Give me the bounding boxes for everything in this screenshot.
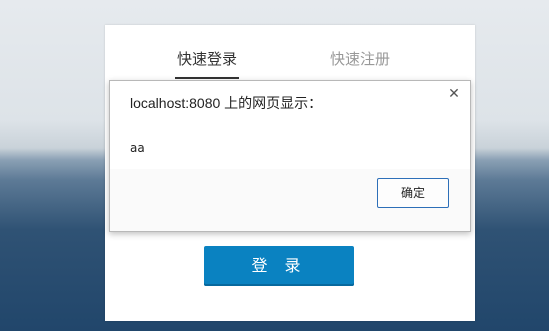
dialog-title: localhost:8080 上的网页显示： (130, 95, 323, 111)
tab-quick-register[interactable]: 快速注册 (328, 49, 392, 77)
alert-dialog: localhost:8080 上的网页显示： ✕ aa 确定 (109, 80, 471, 232)
close-icon[interactable]: ✕ (447, 87, 461, 101)
dialog-body: aa (110, 123, 470, 167)
login-button[interactable]: 登 录 (204, 246, 354, 286)
dialog-message: aa (130, 141, 145, 155)
tab-quick-login[interactable]: 快速登录 (175, 49, 239, 79)
ok-button[interactable]: 确定 (377, 178, 449, 208)
